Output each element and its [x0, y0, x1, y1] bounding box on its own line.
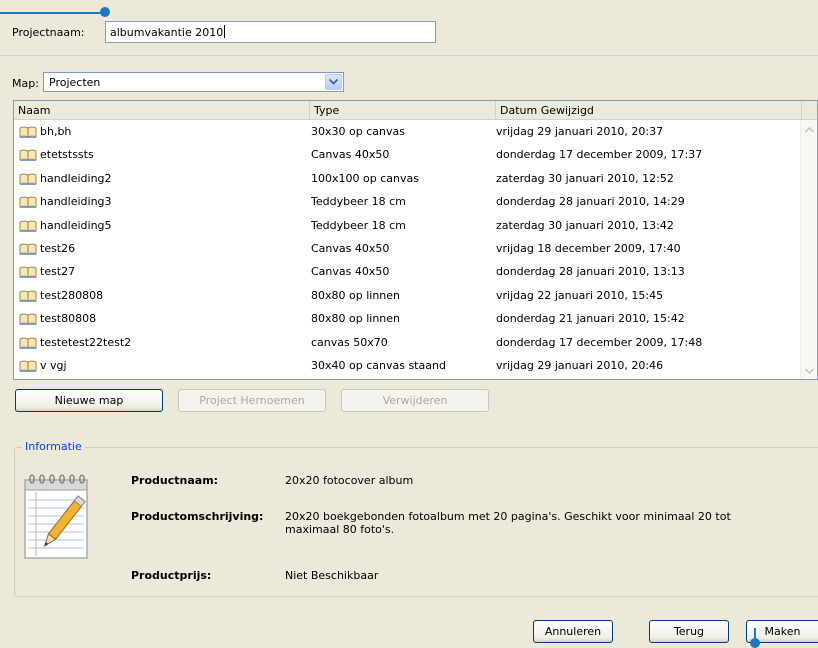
- table-row[interactable]: bh,bh 30x30 op canvas vrijdag 29 januari 2…: [14, 122, 800, 142]
- notepad-icon: [22, 474, 100, 572]
- folder-select-value: Projecten: [49, 76, 101, 89]
- folder-icon: [19, 148, 37, 162]
- row-name: test80808: [40, 312, 97, 326]
- row-name: bh,bh: [40, 125, 72, 138]
- scroll-down-icon[interactable]: [802, 363, 817, 378]
- project-name-label: Projectnaam:: [12, 26, 85, 39]
- column-header-date[interactable]: Datum Gewijzigd: [496, 101, 802, 120]
- folder-icon: [19, 219, 37, 232]
- row-type: Canvas 40x50: [311, 242, 390, 255]
- table-row[interactable]: testetest22test2 canvas 50x70 donderdag 17…: [14, 333, 800, 353]
- row-name: testetest22test2: [40, 335, 132, 349]
- product-description-value: 20x20 boekgebonden fotoalbum met 20 pagi…: [285, 510, 731, 536]
- table-row[interactable]: etetstssts Canvas 40x50 donderdag 17 decem…: [14, 145, 800, 165]
- row-date: donderdag 17 december 2009, 17:48: [496, 335, 703, 349]
- scroll-up-icon[interactable]: [802, 122, 817, 137]
- folder-label: Map:: [12, 77, 39, 90]
- project-name-value: albumvakantie 2010: [110, 26, 224, 39]
- back-button[interactable]: Terug: [649, 620, 729, 643]
- row-name: handleiding3: [40, 195, 112, 209]
- row-type: Canvas 40x50: [311, 148, 390, 162]
- row-type: Canvas 40x50: [311, 265, 390, 279]
- list-header: Naam Type Datum Gewijzigd: [14, 101, 817, 120]
- row-name: handleiding5: [40, 218, 112, 232]
- row-date: donderdag 28 januari 2010, 14:29: [496, 195, 685, 209]
- folder-icon: [19, 125, 37, 138]
- product-price-label: Productprijs:: [131, 569, 212, 582]
- row-date: zaterdag 30 januari 2010, 12:52: [496, 171, 674, 185]
- row-date: donderdag 21 januari 2010, 15:42: [496, 312, 685, 326]
- project-name-input[interactable]: albumvakantie 2010: [105, 21, 436, 43]
- folder-icon: [19, 195, 37, 209]
- rename-project-button[interactable]: Project Hernoemen: [178, 389, 326, 412]
- row-type: 30x30 op canvas: [311, 125, 405, 138]
- table-row[interactable]: test27 Canvas 40x50 donderdag 28 januari 2…: [14, 262, 800, 282]
- column-header-type[interactable]: Type: [310, 101, 496, 120]
- row-type: Teddybeer 18 cm: [311, 195, 406, 209]
- table-row[interactable]: v vgj 30x40 op canvas staand vrijdag 29 ja…: [14, 356, 800, 376]
- folder-icon: [19, 265, 37, 279]
- row-date: donderdag 17 december 2009, 17:37: [496, 148, 703, 162]
- row-name: test26: [40, 242, 76, 255]
- row-name: test280808: [40, 288, 104, 302]
- row-date: zaterdag 30 januari 2010, 13:42: [496, 218, 674, 232]
- chevron-down-icon[interactable]: [325, 74, 342, 90]
- row-date: vrijdag 22 januari 2010, 15:45: [496, 288, 664, 302]
- product-name-label: Productnaam:: [131, 474, 219, 487]
- folder-icon: [19, 172, 37, 185]
- table-row[interactable]: test80808 80x80 op linnen donderdag 21 jan…: [14, 309, 800, 329]
- folder-icon: [19, 312, 37, 326]
- table-row[interactable]: test280808 80x80 op linnen vrijdag 22 janu…: [14, 286, 800, 306]
- row-name: v vgj: [40, 359, 67, 372]
- new-folder-button[interactable]: Nieuwe map: [15, 389, 163, 412]
- row-date: vrijdag 29 januari 2010, 20:37: [496, 125, 664, 138]
- folder-icon: [19, 289, 37, 302]
- folder-icon: [19, 336, 37, 349]
- product-name-value: 20x20 fotocover album: [285, 474, 414, 487]
- row-date: vrijdag 29 januari 2010, 20:46: [496, 359, 664, 372]
- row-date: donderdag 28 januari 2010, 13:13: [496, 265, 685, 279]
- project-list[interactable]: Naam Type Datum Gewijzigd bh,bh 30x30 op …: [13, 100, 818, 380]
- text-caret: [224, 25, 226, 38]
- product-price-value: Niet Beschikbaar: [285, 569, 379, 582]
- row-type: 30x40 op canvas staand: [311, 359, 446, 372]
- row-name: handleiding2: [40, 171, 112, 185]
- table-row[interactable]: test26 Canvas 40x50 vrijdag 18 december 20…: [14, 239, 800, 259]
- row-name: test27: [40, 265, 76, 279]
- folder-icon: [19, 242, 37, 255]
- folder-select[interactable]: Projecten: [43, 72, 344, 92]
- row-name: etetstssts: [40, 148, 94, 162]
- table-row[interactable]: handleiding5 Teddybeer 18 cm zaterdag 30 j…: [14, 216, 800, 236]
- row-type: 100x100 op canvas: [311, 171, 419, 185]
- delete-button[interactable]: Verwijderen: [341, 389, 489, 412]
- row-type: 80x80 op linnen: [311, 312, 401, 326]
- table-row[interactable]: handleiding3 Teddybeer 18 cm donderdag 28 …: [14, 192, 800, 212]
- row-type: canvas 50x70: [311, 335, 388, 349]
- table-row[interactable]: handleiding2 100x100 op canvas zaterdag 30…: [14, 169, 800, 189]
- column-header-name[interactable]: Naam: [14, 101, 310, 120]
- folder-icon: [19, 359, 37, 372]
- row-type: Teddybeer 18 cm: [311, 218, 406, 232]
- vertical-scrollbar[interactable]: [800, 120, 817, 379]
- information-title: Informatie: [22, 440, 85, 453]
- product-description-label: Productomschrijving:: [131, 510, 264, 523]
- row-date: vrijdag 18 december 2009, 17:40: [496, 242, 681, 255]
- row-type: 80x80 op linnen: [311, 288, 401, 302]
- cancel-button[interactable]: Annuleren: [533, 620, 613, 643]
